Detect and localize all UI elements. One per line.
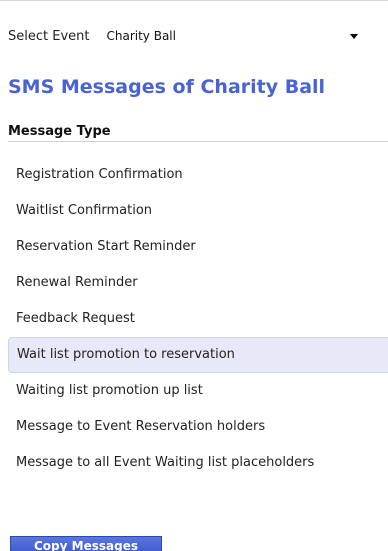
message-type-column-header: Message Type (8, 124, 111, 139)
message-type-item[interactable]: Feedback Request (8, 301, 388, 337)
message-type-item[interactable]: Waitlist Confirmation (8, 193, 388, 229)
event-select-value: Charity Ball (106, 29, 176, 43)
chevron-down-icon (350, 34, 359, 39)
message-type-item[interactable]: Message to all Event Waiting list placeh… (8, 445, 388, 481)
event-select-label: Select Event (8, 28, 90, 44)
page-title: SMS Messages of Charity Ball (8, 76, 326, 98)
header-divider (8, 141, 388, 142)
message-type-item[interactable]: Waiting list promotion up list (8, 373, 388, 409)
message-type-item[interactable]: Message to Event Reservation holders (8, 409, 388, 445)
message-type-item[interactable]: Reservation Start Reminder (8, 229, 388, 265)
event-select-dropdown[interactable]: Charity Ball (99, 26, 362, 46)
message-type-item[interactable]: Registration Confirmation (8, 157, 388, 193)
copy-messages-button[interactable]: Copy Messages (10, 536, 162, 551)
message-type-item[interactable]: Wait list promotion to reservation (8, 337, 388, 373)
top-divider (0, 0, 388, 1)
sms-messages-panel: Select Event Charity Ball SMS Messages o… (0, 0, 388, 551)
event-selector-row: Select Event Charity Ball (8, 25, 362, 47)
message-type-item[interactable]: Renewal Reminder (8, 265, 388, 301)
message-type-list: Registration Confirmation Waitlist Confi… (8, 157, 388, 481)
